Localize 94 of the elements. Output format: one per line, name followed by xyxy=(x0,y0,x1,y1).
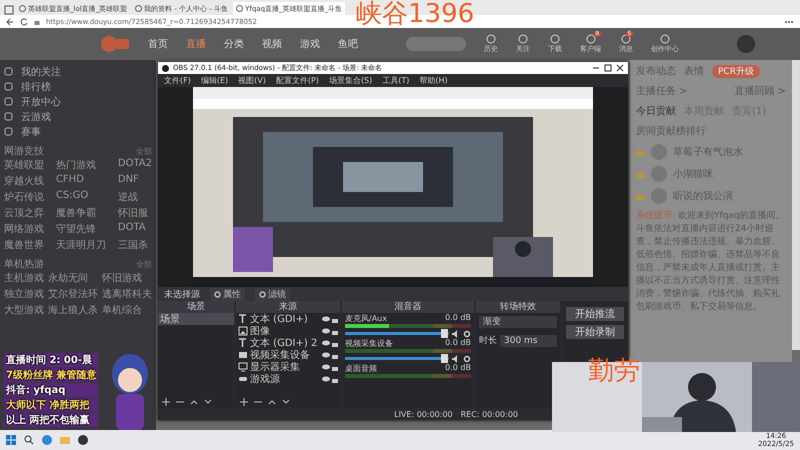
control-button[interactable]: 开始推流 xyxy=(566,307,624,321)
game-link[interactable]: 穿越火线 xyxy=(4,174,44,188)
sidebar-item[interactable]: 开放中心 xyxy=(21,94,61,108)
source-item[interactable]: 视频采集设备 xyxy=(250,348,320,362)
game-link[interactable]: 炉石传说 xyxy=(4,190,44,204)
game-link[interactable]: 大型游戏 xyxy=(4,303,44,317)
overlay-text: 直播时间 2: 00-晨 xyxy=(4,353,98,367)
dock-title: 场景 xyxy=(158,301,234,313)
menu-item[interactable]: 场景集合(S) xyxy=(328,75,372,86)
source-item[interactable]: 显示器采集 xyxy=(250,360,320,374)
ranking-title: 房间贡献榜排行 xyxy=(636,124,707,138)
nav-link[interactable]: 游戏 xyxy=(300,37,320,51)
game-link[interactable]: 热门游戏 xyxy=(56,158,106,172)
nav-link[interactable]: 分类 xyxy=(224,37,244,51)
source-item[interactable]: 文本 (GDI+) xyxy=(250,312,320,326)
game-link[interactable]: DOTA2 xyxy=(118,158,152,172)
overlay-text: 以上 两把不包输赢 xyxy=(4,413,98,427)
channel-name: 视频采集设备 xyxy=(345,338,393,348)
section-title: 单机热游 xyxy=(4,258,44,271)
game-link[interactable]: 网络游戏 xyxy=(4,222,44,236)
menu-item[interactable]: 配置文件(P) xyxy=(276,75,319,86)
source-item[interactable]: 文本 (GDI+) 2 xyxy=(250,336,320,350)
dock-title: 混音器 xyxy=(342,301,474,313)
game-link[interactable]: 云顶之弈 xyxy=(4,206,44,220)
game-link[interactable]: 天涯明月刀 xyxy=(56,238,106,252)
level-reading: 0.0 dB xyxy=(445,338,471,348)
nav-link[interactable]: 视频 xyxy=(262,37,282,51)
overlay-text: 勤劳 xyxy=(588,358,640,384)
no-source-label: 未选择源 xyxy=(164,288,200,300)
menu-item[interactable]: 文件(F) xyxy=(164,75,191,86)
transition-select[interactable]: 渐变 xyxy=(479,316,557,328)
menu-item[interactable]: 帮助(H) xyxy=(419,75,448,86)
menu-item[interactable]: 工具(T) xyxy=(382,75,410,86)
panel-link[interactable]: 直播回顾 > xyxy=(734,84,786,98)
menu-item[interactable]: 视图(V) xyxy=(238,75,266,86)
game-link[interactable]: 艾尔登法环 xyxy=(48,287,98,301)
status-timer: REC: 00:00:00 xyxy=(460,410,518,418)
system-notice: 系统提示: 欢迎来到Yfqaq的直播间。斗鱼依法对直播内容进行24小时巡查，禁止传播违法违规、暴力血腥、低俗色情、招嫖诈骗、违禁品等不良信息，严禁未成年人直播或打赏。主播以不正当方式诱导打赏、注意理性消费，警惕诈骗、代练代抽、购买礼包刷游戏币、私下交易等信息。 xyxy=(636,210,786,314)
user-name[interactable]: 小湖猫咪 xyxy=(673,167,713,181)
upgrade-button[interactable]: PCR升级 xyxy=(712,64,760,78)
game-link[interactable]: 守望先锋 xyxy=(56,222,106,236)
action-link[interactable]: 发布动态 xyxy=(636,64,676,78)
dock-title: 转场特效 xyxy=(476,301,560,313)
section-title: 网游竞技 xyxy=(4,144,44,158)
control-button[interactable]: 开始录制 xyxy=(566,325,624,339)
level-reading: 0.0 dB xyxy=(445,313,471,323)
game-link[interactable]: 三国杀 xyxy=(118,238,152,252)
dock-title: 来源 xyxy=(236,301,340,313)
menu-item[interactable]: 编辑(E) xyxy=(200,75,228,86)
sidebar-item[interactable]: 我的关注 xyxy=(21,64,61,78)
duration-field[interactable]: 300 ms xyxy=(500,334,557,346)
game-link[interactable]: 永劫无间 xyxy=(48,271,98,285)
scene-item[interactable]: 场景 xyxy=(158,313,234,325)
game-link[interactable]: 主机游戏 xyxy=(4,271,44,285)
sidebar-item[interactable]: 赛事 xyxy=(21,124,41,138)
toolbar-button[interactable]: 属性 xyxy=(210,288,245,300)
nav-link[interactable]: 直播 xyxy=(186,37,206,51)
game-link[interactable]: DOTA xyxy=(118,222,152,236)
overlay-text: 抖音: yfqaq xyxy=(4,383,98,397)
duration-label: 时长 xyxy=(479,334,497,347)
game-link[interactable]: 独立游戏 xyxy=(4,287,44,301)
game-link[interactable]: 怀旧游戏 xyxy=(102,271,152,285)
toolbar-button[interactable]: 滤镜 xyxy=(255,288,290,300)
more-link[interactable]: 全部 xyxy=(136,258,152,270)
game-link[interactable]: DNF xyxy=(118,174,152,188)
game-link[interactable]: 逃离塔科夫 xyxy=(102,287,152,301)
user-name[interactable]: 草莓子有气泡水 xyxy=(673,145,743,159)
game-link[interactable]: 单机综合 xyxy=(102,303,152,317)
nav-link[interactable]: 鱼吧 xyxy=(338,37,358,51)
panel-link[interactable]: 主播任务 > xyxy=(636,84,688,98)
nav-link[interactable]: 首页 xyxy=(148,37,168,51)
sidebar-item[interactable]: 排行榜 xyxy=(21,80,51,94)
more-link[interactable]: 全部 xyxy=(136,146,152,156)
sidebar-item[interactable]: 云游戏 xyxy=(21,110,51,124)
game-link[interactable]: 海上狼人杀 xyxy=(48,303,98,317)
source-item[interactable]: 游戏源 xyxy=(250,372,320,386)
channel-name: 麦克风/Aux xyxy=(345,313,387,323)
action-link[interactable]: 表情 xyxy=(684,64,704,78)
overlay-text: 7级粉丝牌 兼管随意 xyxy=(4,368,98,382)
game-link[interactable]: CFHD xyxy=(56,174,106,188)
game-link[interactable]: CS:GO xyxy=(56,190,106,204)
game-link[interactable]: 英雄联盟 xyxy=(4,158,44,172)
game-link[interactable]: 逆战 xyxy=(118,190,152,204)
game-link[interactable]: 魔兽世界 xyxy=(4,238,44,252)
overlay-text: 峡谷1396 xyxy=(356,1,474,27)
user-name[interactable]: 听说的我公演 xyxy=(673,189,733,203)
overlay-text: 大师以下 净胜两把 xyxy=(4,398,98,412)
source-item[interactable]: 图像 xyxy=(250,324,320,338)
game-link[interactable]: 怀旧服 xyxy=(118,206,152,220)
ranking-tab[interactable]: 今日贡献 xyxy=(636,104,676,118)
level-reading: 0.0 dB xyxy=(445,363,471,373)
game-link[interactable]: 魔兽争霸 xyxy=(56,206,106,220)
channel-name: 桌面音频 xyxy=(345,363,377,373)
status-timer: LIVE: 00:00:00 xyxy=(394,410,453,418)
